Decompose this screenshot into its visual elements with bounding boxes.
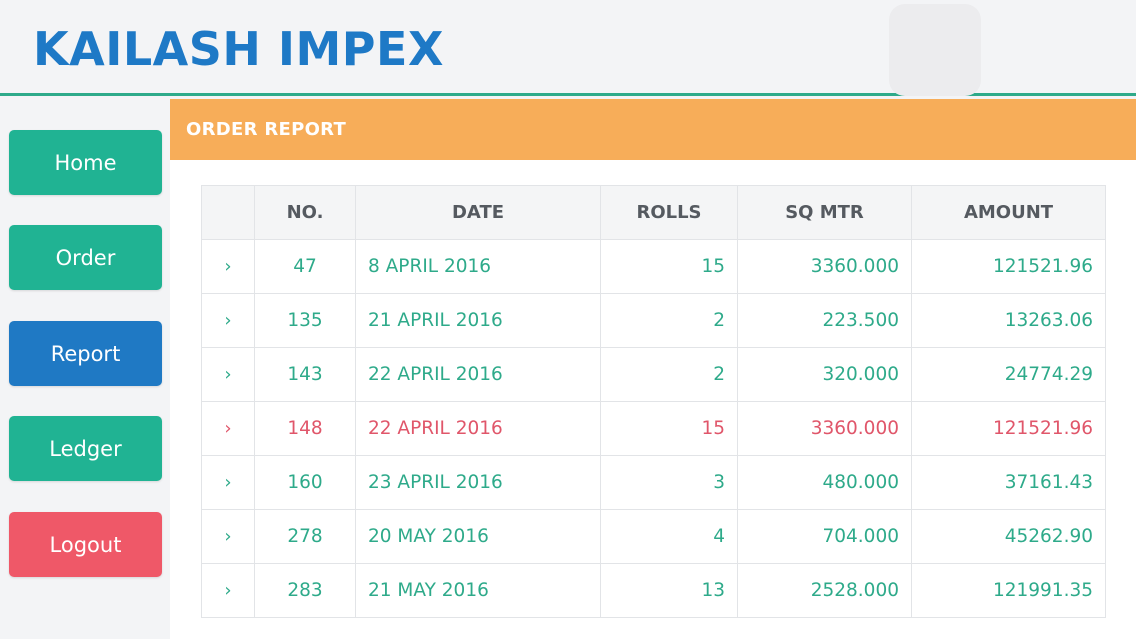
- nav-logout-button[interactable]: Logout: [9, 512, 162, 577]
- order-rolls: 4: [600, 509, 738, 564]
- order-date: 21 APRIL 2016: [355, 293, 601, 348]
- order-amount: 121521.96: [911, 239, 1106, 294]
- order-rolls: 2: [600, 347, 738, 402]
- expand-row-icon[interactable]: ›: [201, 401, 255, 456]
- column-header-expand: [201, 185, 255, 240]
- expand-row-icon[interactable]: ›: [201, 293, 255, 348]
- expand-row-icon[interactable]: ›: [201, 347, 255, 402]
- order-amount: 13263.06: [911, 293, 1106, 348]
- expand-row-icon[interactable]: ›: [201, 509, 255, 564]
- panel-title: ORDER REPORT: [186, 119, 347, 140]
- order-date: 8 APRIL 2016: [355, 239, 601, 294]
- order-date: 22 APRIL 2016: [355, 347, 601, 402]
- column-header-rolls[interactable]: ROLLS: [600, 185, 738, 240]
- order-date: 20 MAY 2016: [355, 509, 601, 564]
- order-number: 47: [254, 239, 356, 294]
- expand-row-icon[interactable]: ›: [201, 455, 255, 510]
- order-number: 143: [254, 347, 356, 402]
- order-amount: 121521.96: [911, 401, 1106, 456]
- table-header-row: NO. DATE ROLLS SQ MTR AMOUNT: [201, 185, 1106, 240]
- report-panel: ORDER REPORT NO. DATE ROLLS SQ MTR AMOUN…: [170, 99, 1136, 639]
- order-sqmtr: 2528.000: [737, 563, 912, 618]
- table-row[interactable]: › 283 21 MAY 2016 13 2528.000 121991.35: [201, 563, 1106, 618]
- order-rolls: 15: [600, 239, 738, 294]
- order-number: 135: [254, 293, 356, 348]
- order-sqmtr: 3360.000: [737, 401, 912, 456]
- order-number: 283: [254, 563, 356, 618]
- order-sqmtr: 704.000: [737, 509, 912, 564]
- order-sqmtr: 223.500: [737, 293, 912, 348]
- nav-home-button[interactable]: Home: [9, 130, 162, 195]
- order-amount: 24774.29: [911, 347, 1106, 402]
- order-date: 22 APRIL 2016: [355, 401, 601, 456]
- order-date: 21 MAY 2016: [355, 563, 601, 618]
- column-header-sqmtr[interactable]: SQ MTR: [737, 185, 912, 240]
- column-header-amount[interactable]: AMOUNT: [911, 185, 1106, 240]
- column-header-date[interactable]: DATE: [355, 185, 601, 240]
- table-row[interactable]: › 160 23 APRIL 2016 3 480.000 37161.43: [201, 455, 1106, 510]
- table-row[interactable]: › 278 20 MAY 2016 4 704.000 45262.90: [201, 509, 1106, 564]
- order-amount: 45262.90: [911, 509, 1106, 564]
- nav-order-button[interactable]: Order: [9, 225, 162, 290]
- sidebar: Home Order Report Ledger Logout: [0, 99, 170, 639]
- panel-header: ORDER REPORT: [170, 99, 1136, 160]
- expand-row-icon[interactable]: ›: [201, 563, 255, 618]
- order-number: 160: [254, 455, 356, 510]
- nav-ledger-button[interactable]: Ledger: [9, 416, 162, 481]
- order-rolls: 15: [600, 401, 738, 456]
- column-header-no[interactable]: NO.: [254, 185, 356, 240]
- order-amount: 121991.35: [911, 563, 1106, 618]
- order-amount: 37161.43: [911, 455, 1106, 510]
- nav-report-button[interactable]: Report: [9, 321, 162, 386]
- table-row[interactable]: › 135 21 APRIL 2016 2 223.500 13263.06: [201, 293, 1106, 348]
- expand-row-icon[interactable]: ›: [201, 239, 255, 294]
- order-rolls: 13: [600, 563, 738, 618]
- app-header: KAILASH IMPEX: [0, 0, 1136, 96]
- app-title: KAILASH IMPEX: [33, 22, 444, 76]
- order-sqmtr: 480.000: [737, 455, 912, 510]
- order-sqmtr: 320.000: [737, 347, 912, 402]
- order-rolls: 2: [600, 293, 738, 348]
- table-row[interactable]: › 47 8 APRIL 2016 15 3360.000 121521.96: [201, 239, 1106, 294]
- order-date: 23 APRIL 2016: [355, 455, 601, 510]
- order-sqmtr: 3360.000: [737, 239, 912, 294]
- order-number: 148: [254, 401, 356, 456]
- order-report-table: NO. DATE ROLLS SQ MTR AMOUNT › 47 8 APRIL …: [201, 185, 1106, 618]
- table-row[interactable]: › 148 22 APRIL 2016 15 3360.000 121521.96: [201, 401, 1106, 456]
- order-number: 278: [254, 509, 356, 564]
- header-tile: [889, 4, 981, 96]
- table-row[interactable]: › 143 22 APRIL 2016 2 320.000 24774.29: [201, 347, 1106, 402]
- order-rolls: 3: [600, 455, 738, 510]
